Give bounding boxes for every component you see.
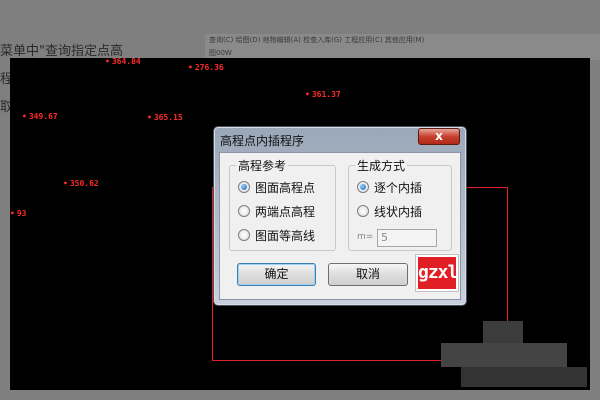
radio-linear[interactable]: 线状内插 bbox=[357, 203, 422, 219]
elevation-reference-title: 高程参考 bbox=[236, 157, 289, 174]
radio-label: 图面等高线 bbox=[255, 228, 316, 243]
dialog-titlebar[interactable]: 高程点内插程序 x bbox=[214, 127, 466, 152]
elevation-point: 364.84 bbox=[105, 57, 141, 66]
cancel-button[interactable]: 取消 bbox=[328, 263, 408, 286]
radio-icon[interactable] bbox=[357, 205, 369, 217]
ok-button[interactable]: 确定 bbox=[237, 263, 316, 286]
dialog-title: 高程点内插程序 bbox=[220, 134, 305, 148]
cad-menu-bar: 查询(C) 绘图(D) 地物编辑(A) 检查入库(G) 工程应用(C) 其他应用… bbox=[205, 34, 600, 60]
screenshot: 菜单中"查询指定点高 程 取 查询(C) 绘图(D) 地物编辑(A) 检查入库(… bbox=[0, 0, 600, 400]
elevation-point: 93 bbox=[10, 209, 27, 218]
blurred-watermark bbox=[483, 321, 523, 343]
elevation-reference-group: 高程参考 图面高程点 两端点高程 图面等高线 bbox=[229, 157, 336, 251]
generation-method-title: 生成方式 bbox=[355, 157, 408, 174]
elevation-point: 361.37 bbox=[305, 90, 341, 99]
radio-label: 图面高程点 bbox=[255, 180, 316, 195]
radio-selected-icon[interactable] bbox=[238, 181, 250, 193]
close-button[interactable]: x bbox=[418, 128, 460, 145]
radio-selected-icon[interactable] bbox=[357, 181, 369, 193]
radio-map-contours[interactable]: 图面等高线 bbox=[238, 227, 315, 243]
interpolation-dialog: 高程点内插程序 x 高程参考 图面高程点 两端点高程 图面等高线 生成方式 逐个… bbox=[213, 126, 467, 306]
dialog-body: 高程参考 图面高程点 两端点高程 图面等高线 生成方式 逐个内插 线状内插 m=… bbox=[219, 152, 461, 300]
radio-label: 两端点高程 bbox=[255, 204, 316, 219]
radio-label: 线状内插 bbox=[374, 204, 423, 219]
blurred-watermark bbox=[441, 343, 567, 367]
m-label: m= bbox=[357, 232, 374, 242]
blurred-watermark bbox=[461, 367, 587, 387]
elevation-point: 349.67 bbox=[22, 112, 58, 121]
cad-menu-row[interactable]: 查询(C) 绘图(D) 地物编辑(A) 检查入库(G) 工程应用(C) 其他应用… bbox=[205, 34, 600, 47]
radio-icon[interactable] bbox=[238, 205, 250, 217]
m-input[interactable]: 5 bbox=[377, 229, 437, 247]
elevation-point: 276.36 bbox=[188, 63, 224, 72]
elevation-point: 350.62 bbox=[63, 179, 99, 188]
radio-endpoint-elevations[interactable]: 两端点高程 bbox=[238, 203, 315, 219]
radio-icon[interactable] bbox=[238, 229, 250, 241]
radio-label: 逐个内插 bbox=[374, 180, 423, 195]
elevation-point: 365.15 bbox=[147, 113, 183, 122]
logo-icon: gzxl bbox=[415, 254, 459, 292]
radio-map-elevation-points[interactable]: 图面高程点 bbox=[238, 179, 315, 195]
radio-point-by-point[interactable]: 逐个内插 bbox=[357, 179, 422, 195]
generation-method-group: 生成方式 逐个内插 线状内插 m= 5 bbox=[348, 157, 452, 251]
